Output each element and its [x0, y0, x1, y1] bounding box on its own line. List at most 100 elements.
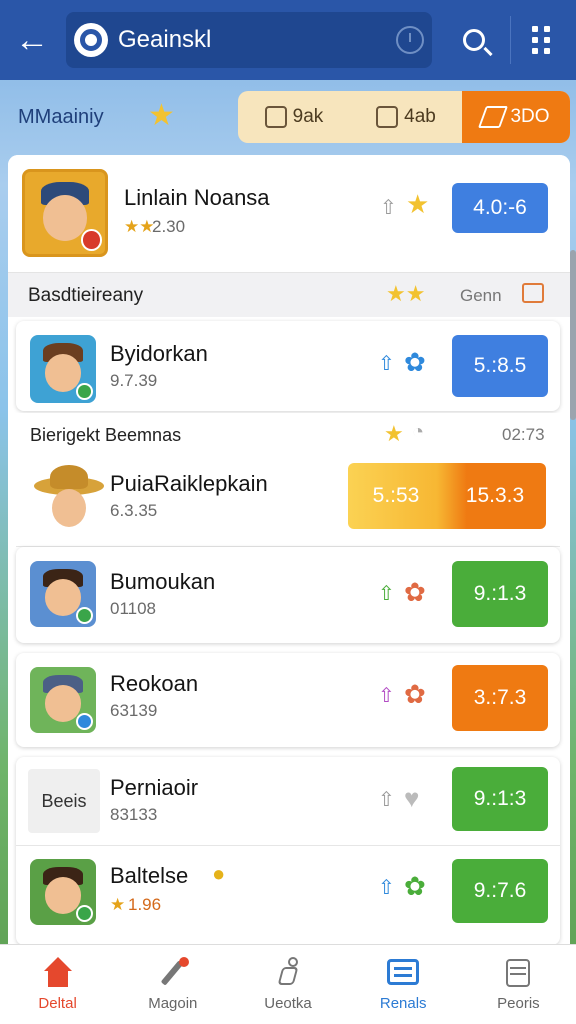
nav-home[interactable]: Deltal — [0, 945, 115, 1024]
card-icon[interactable] — [522, 283, 544, 303]
sort-segmented-control: 9ak 4ab 3DO — [238, 91, 570, 143]
sort-tab-label: 3DO — [510, 106, 550, 127]
score-button[interactable]: 5.:53 15.3.3 — [348, 463, 546, 529]
score-button[interactable]: 3.:7.3 — [452, 665, 548, 731]
player-name: Bumoukan — [110, 569, 216, 594]
bottom-nav: Deltal Magoin Ueotka Renals Peoris — [0, 944, 576, 1024]
player-card[interactable]: Reokoan 63139 ⇧ ✿ 3.:7.3 — [16, 653, 560, 747]
heart-icon: ♥ — [404, 783, 420, 813]
player-name: PuiaRaiklepkain — [110, 471, 268, 496]
sort-tab-1[interactable]: 9ak — [238, 91, 350, 143]
score-button[interactable]: 9.:1:3 — [452, 767, 548, 831]
avatar — [30, 859, 96, 925]
player-rating-stars: ★ — [110, 895, 126, 914]
star-icon: ★★ — [386, 281, 426, 306]
app-logo-icon — [74, 23, 108, 57]
star-icon: ★ — [406, 189, 430, 219]
section-right-label: Genn — [460, 286, 502, 305]
nav-peoris[interactable]: Peoris — [461, 945, 576, 1024]
stack-icon — [500, 957, 536, 989]
player-rating-stars: ★★ — [124, 217, 155, 236]
score-button[interactable]: 5.:8.5 — [452, 335, 548, 397]
player-meta: 9.7.39 — [110, 371, 158, 390]
scrollbar[interactable] — [570, 250, 576, 420]
sort-tab-label: 4ab — [404, 106, 436, 127]
arrow-icon: ⇧ — [378, 583, 395, 605]
sort-label: MMaainiy — [18, 106, 104, 128]
runner-icon — [270, 957, 306, 989]
badge-icon: ✿ — [404, 347, 426, 377]
sort-tab-label: 9ak — [292, 106, 324, 127]
score-button[interactable]: 9.:1.3 — [452, 561, 548, 627]
arrow-left-icon: ← — [15, 20, 49, 59]
score-button[interactable]: 4.0:-6 — [452, 183, 548, 233]
score-value: 9.:1:3 — [473, 787, 527, 810]
section-title: Bierigekt Beemnas — [30, 425, 182, 445]
sort-tab-2[interactable]: 4ab — [350, 91, 462, 143]
arrow-icon: ⇧ — [378, 353, 395, 375]
arrow-icon: ⇧ — [378, 685, 395, 707]
score-value: 4.0:-6 — [473, 196, 527, 219]
avatar — [30, 335, 96, 403]
section-header: Bierigekt Beemnas ★ ◔ 02:73 — [8, 413, 570, 455]
player-meta: 6.3.35 — [110, 501, 158, 520]
arrow-icon: ⇧ — [378, 789, 395, 811]
avatar — [34, 465, 104, 535]
nav-label: Magoin — [148, 995, 198, 1012]
player-card[interactable]: Bumoukan 01108 ⇧ ✿ 9.:1.3 — [16, 547, 560, 643]
nav-ueotka[interactable]: Ueotka — [230, 945, 345, 1024]
player-name: Reokoan — [110, 671, 199, 696]
box-icon — [264, 106, 287, 128]
avatar — [30, 667, 96, 733]
coin-icon: ● — [212, 861, 226, 886]
player-name: Linlain Noansa — [124, 185, 270, 210]
player-meta: 2.30 — [152, 217, 186, 236]
player-meta: 83133 — [110, 805, 158, 824]
player-name: Byidorkan — [110, 341, 208, 366]
grid-menu-button[interactable] — [524, 24, 560, 56]
bag-icon — [376, 106, 399, 128]
nav-label: Deltal — [38, 995, 77, 1012]
bolt-icon — [478, 106, 509, 128]
player-name: Perniaoir — [110, 775, 199, 800]
player-meta: 1.96 — [128, 895, 162, 914]
score-button[interactable]: 9.:7.6 — [452, 859, 548, 923]
featured-player[interactable]: Linlain Noansa ★★ 2.30 ⇧ ★ 4.0:-6 — [8, 155, 570, 273]
clock-icon: ◔ — [412, 421, 425, 443]
search-text: Geainskl — [118, 26, 212, 53]
pencil-icon — [155, 957, 191, 989]
back-button[interactable]: ← — [0, 0, 64, 80]
top-bar: ← Geainskl — [0, 0, 576, 80]
nav-renals[interactable]: Renals — [346, 945, 461, 1024]
nav-label: Ueotka — [264, 995, 312, 1012]
divider — [510, 16, 511, 64]
player-name: Baltelse — [110, 863, 189, 888]
leaderboard-panel: Linlain Noansa ★★ 2.30 ⇧ ★ 4.0:-6 Basdti… — [8, 155, 570, 955]
player-meta: 01108 — [110, 599, 157, 618]
star-icon[interactable]: ★ — [148, 98, 175, 133]
score-value: 5.:8.5 — [473, 354, 527, 377]
score-value: 9.:1.3 — [473, 582, 527, 605]
section-header: Basdtieireany ★★ Genn — [8, 273, 570, 317]
thumbnail-label: Beeis — [41, 790, 87, 811]
arrow-icon: ⇧ — [378, 877, 395, 899]
avatar — [22, 169, 108, 257]
player-card[interactable]: Beeis Perniaoir 83133 ⇧ ♥ 9.:1:3 Baltels… — [16, 757, 560, 945]
player-row[interactable]: PuiaRaiklepkain 6.3.35 5.:53 15.3.3 — [16, 455, 560, 547]
score-value: 5.:53 — [372, 484, 420, 507]
search-input[interactable]: Geainskl — [66, 12, 432, 68]
list-icon — [385, 957, 421, 989]
search-icon — [463, 29, 485, 51]
home-icon — [40, 957, 76, 989]
star-icon: ★ — [384, 421, 404, 446]
sort-tab-3[interactable]: 3DO — [462, 91, 570, 143]
player-card[interactable]: Byidorkan 9.7.39 ⇧ ✿ 5.:8.5 — [16, 321, 560, 411]
clock-icon[interactable] — [396, 26, 424, 54]
search-button[interactable] — [452, 20, 496, 60]
nav-label: Renals — [379, 995, 427, 1012]
score-value: 9.:7.6 — [473, 879, 527, 902]
arrow-icon: ⇧ — [380, 197, 397, 219]
nav-magoin[interactable]: Magoin — [115, 945, 230, 1024]
player-meta: 63139 — [110, 701, 158, 720]
section-right-label: 02:73 — [502, 425, 545, 444]
